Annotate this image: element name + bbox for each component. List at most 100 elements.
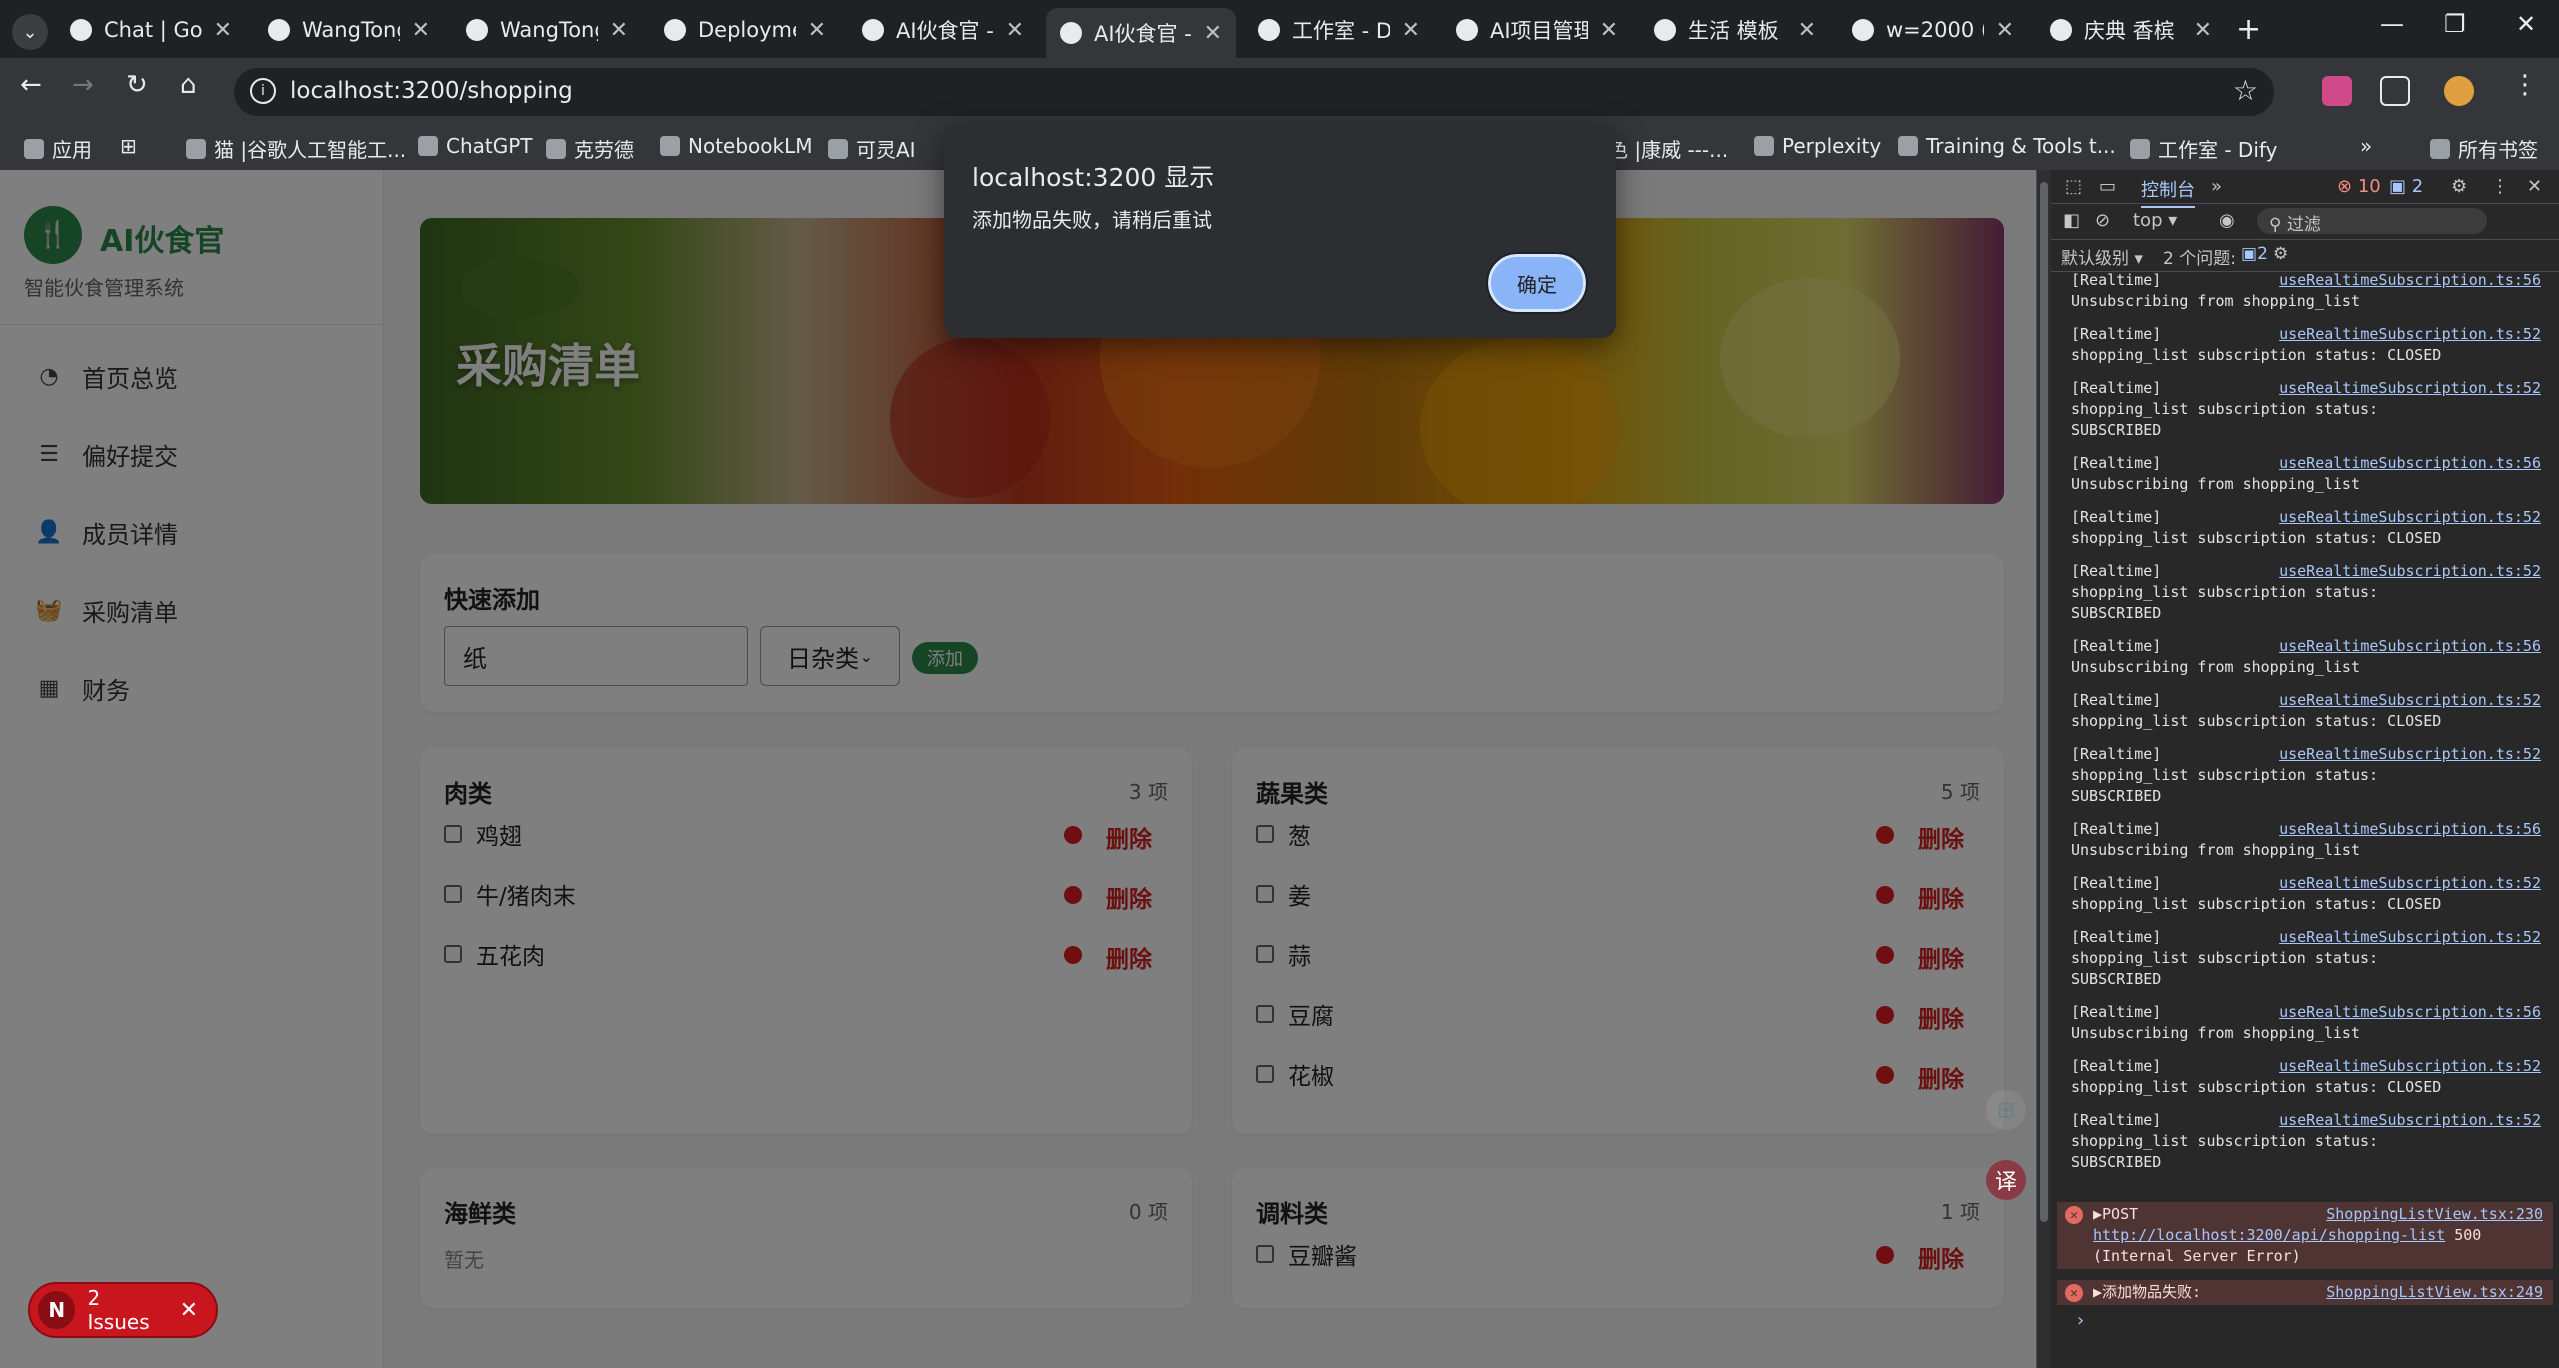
- log-source-link[interactable]: useRealtimeSubscription.ts:52: [2279, 507, 2541, 528]
- error-source-link[interactable]: ShoppingListView.tsx:249: [2326, 1282, 2543, 1303]
- tab-close-icon[interactable]: ✕: [2194, 18, 2212, 43]
- bookmark-item[interactable]: 克劳德: [546, 134, 634, 163]
- console-error-add[interactable]: ✕ ▶添加物品失败: ShoppingListView.tsx:249: [2057, 1280, 2553, 1305]
- bookmark-label: 猫 |谷歌人工智能工...: [214, 138, 407, 162]
- tab-search-icon[interactable]: ⌄: [12, 14, 48, 50]
- bookmark-item[interactable]: 猫 |谷歌人工智能工...: [186, 134, 406, 163]
- browser-tab[interactable]: 生活 模板 | ✕: [1640, 10, 1830, 50]
- log-source-link[interactable]: useRealtimeSubscription.ts:52: [2279, 561, 2541, 582]
- page-scrollbar[interactable]: [2037, 170, 2051, 1368]
- restore-icon[interactable]: ❐: [2444, 10, 2466, 38]
- console-error-post[interactable]: ✕ ▶POST ShoppingListView.tsx:230 http://l…: [2057, 1202, 2553, 1269]
- tab-close-icon[interactable]: ✕: [1204, 21, 1222, 46]
- bookmark-star-icon[interactable]: ☆: [2233, 74, 2258, 107]
- clear-console-icon[interactable]: ⊘: [2095, 210, 2110, 231]
- bookmark-item[interactable]: 工作室 - Dify: [2130, 134, 2277, 163]
- issues-count-button[interactable]: ▣2: [2241, 244, 2268, 264]
- device-toggle-icon[interactable]: ▭: [2099, 176, 2116, 197]
- log-message: shopping_list subscription status:: [2071, 583, 2379, 601]
- bookmark-item[interactable]: Training & Tools t...: [1898, 134, 2116, 158]
- browser-tab[interactable]: w=2000 (8 ✕: [1838, 10, 2028, 50]
- log-source-link[interactable]: useRealtimeSubscription.ts:52: [2279, 744, 2541, 765]
- address-bar[interactable]: i localhost:3200/shopping ☆: [234, 68, 2274, 116]
- log-source-link[interactable]: useRealtimeSubscription.ts:56: [2279, 636, 2541, 657]
- error-request-url[interactable]: http://localhost:3200/api/shopping-list: [2093, 1226, 2445, 1244]
- translate-float-icon[interactable]: 译: [1986, 1160, 2026, 1200]
- tab-close-icon[interactable]: ✕: [610, 18, 628, 43]
- inspect-icon[interactable]: ⬚: [2065, 176, 2082, 197]
- apps-grid-icon[interactable]: ⊞: [120, 134, 137, 158]
- bookmark-favicon: [660, 136, 680, 156]
- close-window-icon[interactable]: ✕: [2516, 10, 2536, 38]
- browser-tab[interactable]: WangTong ✕: [452, 10, 642, 50]
- log-source-link[interactable]: useRealtimeSubscription.ts:52: [2279, 690, 2541, 711]
- dialog-ok-button[interactable]: 确定: [1486, 252, 1588, 314]
- bookmarks-more-icon[interactable]: »: [2360, 134, 2372, 158]
- bookmark-item[interactable]: 应用: [24, 134, 92, 163]
- site-info-icon[interactable]: i: [250, 78, 276, 104]
- log-source-link[interactable]: useRealtimeSubscription.ts:52: [2279, 1056, 2541, 1077]
- browser-tab[interactable]: WangTong ✕: [254, 10, 444, 50]
- live-expression-eye-icon[interactable]: ◉: [2219, 210, 2235, 231]
- error-count-icon[interactable]: ⊗ 10: [2337, 176, 2381, 197]
- issues-close-icon[interactable]: ✕: [180, 1298, 198, 1323]
- devtools-menu-icon[interactable]: ⋮: [2491, 176, 2509, 197]
- browser-tab[interactable]: Chat | Goo ✕: [56, 10, 246, 50]
- minimize-icon[interactable]: —: [2380, 10, 2404, 38]
- error-source-link[interactable]: ShoppingListView.tsx:230: [2326, 1204, 2543, 1225]
- settings-gear-icon[interactable]: ⚙: [2451, 176, 2467, 197]
- address-url[interactable]: localhost:3200/shopping: [290, 78, 573, 104]
- forward-icon[interactable]: →: [72, 70, 94, 100]
- log-source-link[interactable]: useRealtimeSubscription.ts:52: [2279, 873, 2541, 894]
- translate-extension-icon[interactable]: [2322, 76, 2352, 106]
- browser-tab[interactable]: 庆典 香槟 ✕: [2036, 10, 2226, 50]
- browser-menu-icon[interactable]: ⋮: [2512, 70, 2538, 100]
- reload-icon[interactable]: ↻: [126, 70, 148, 100]
- log-source-link[interactable]: useRealtimeSubscription.ts:56: [2279, 1002, 2541, 1023]
- tab-close-icon[interactable]: ✕: [1798, 18, 1816, 43]
- console-settings-icon[interactable]: ⚙: [2273, 244, 2288, 264]
- tab-close-icon[interactable]: ✕: [412, 18, 430, 43]
- issue-count-icon[interactable]: ▣ 2: [2389, 176, 2423, 197]
- browser-tab[interactable]: AI项目管理 ✕: [1442, 10, 1632, 50]
- console-prompt[interactable]: ›: [2077, 1310, 2084, 1331]
- log-source-link[interactable]: useRealtimeSubscription.ts:56: [2279, 270, 2541, 291]
- log-source-link[interactable]: useRealtimeSubscription.ts:52: [2279, 927, 2541, 948]
- log-source-link[interactable]: useRealtimeSubscription.ts:52: [2279, 1110, 2541, 1131]
- tab-close-icon[interactable]: ✕: [1402, 18, 1420, 43]
- browser-tab[interactable]: AI伙食官 - ✕: [848, 10, 1038, 50]
- tab-close-icon[interactable]: ✕: [1996, 18, 2014, 43]
- bookmark-item[interactable]: Perplexity: [1754, 134, 1881, 158]
- back-icon[interactable]: ←: [20, 70, 42, 100]
- extensions-icon[interactable]: [2380, 76, 2410, 106]
- console-filter-input[interactable]: ⚲ 过滤: [2257, 208, 2487, 235]
- new-tab-button[interactable]: +: [2236, 12, 2261, 47]
- log-source-link[interactable]: useRealtimeSubscription.ts:56: [2279, 453, 2541, 474]
- browser-tab[interactable]: Deployme ✕: [650, 10, 840, 50]
- bookmark-item[interactable]: 可灵AI: [828, 134, 916, 163]
- tab-close-icon[interactable]: ✕: [1600, 18, 1618, 43]
- tab-close-icon[interactable]: ✕: [1006, 18, 1024, 43]
- more-tabs-icon[interactable]: »: [2211, 176, 2222, 197]
- bookmark-label: 工作室 - Dify: [2158, 138, 2278, 162]
- grid-add-icon[interactable]: ⊞: [1986, 1090, 2026, 1130]
- log-tag: [Realtime]: [2071, 379, 2162, 397]
- browser-tab[interactable]: 工作室 - Di ✕: [1244, 10, 1434, 50]
- all-bookmarks-button[interactable]: 所有书签: [2430, 134, 2538, 163]
- home-icon[interactable]: ⌂: [180, 70, 197, 100]
- log-source-link[interactable]: useRealtimeSubscription.ts:52: [2279, 378, 2541, 399]
- tab-close-icon[interactable]: ✕: [214, 18, 232, 43]
- tab-close-icon[interactable]: ✕: [808, 18, 826, 43]
- scrollbar-thumb[interactable]: [2040, 182, 2048, 1222]
- bookmark-item[interactable]: ChatGPT: [418, 134, 533, 158]
- log-level-select[interactable]: 默认级别 ▾: [2061, 244, 2143, 269]
- context-select[interactable]: top ▾: [2133, 210, 2177, 231]
- devtools-close-icon[interactable]: ✕: [2527, 176, 2542, 197]
- profile-avatar[interactable]: [2444, 76, 2474, 106]
- issues-badge[interactable]: N 2 Issues ✕: [28, 1282, 218, 1338]
- bookmark-item[interactable]: NotebookLM: [660, 134, 813, 158]
- log-source-link[interactable]: useRealtimeSubscription.ts:56: [2279, 819, 2541, 840]
- log-source-link[interactable]: useRealtimeSubscription.ts:52: [2279, 324, 2541, 345]
- sidebar-toggle-icon[interactable]: ◧: [2063, 210, 2080, 231]
- browser-tab[interactable]: AI伙食官 - ✕: [1046, 8, 1236, 58]
